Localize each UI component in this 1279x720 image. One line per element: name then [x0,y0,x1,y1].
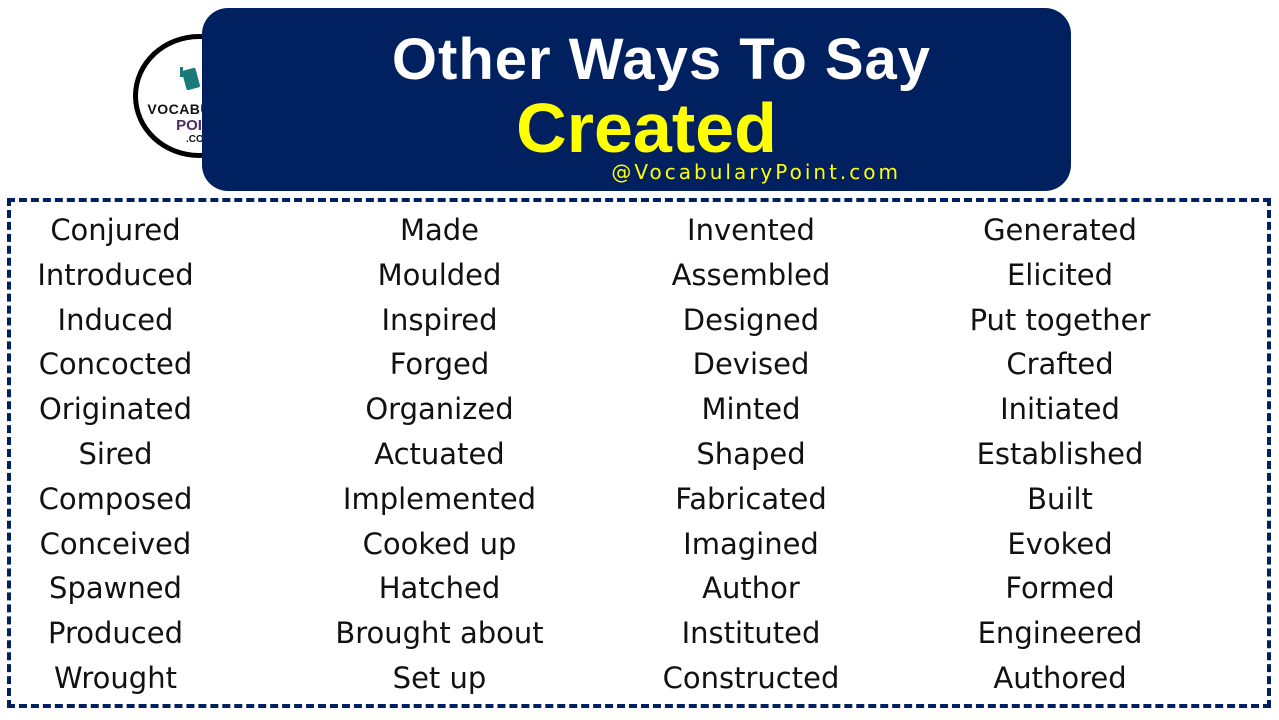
synonym-column: Generated Elicited Put together Crafted Init… [853,202,1267,704]
synonym-word: Invented [687,213,815,247]
synonym-word: Initiated [1000,392,1120,427]
synonym-word: Author [702,571,800,606]
synonym-word: Generated [983,213,1137,247]
synonym-word: Crafted [1006,347,1114,382]
synonym-grid: Conjured Introduced Induced Concocted Origin… [11,202,1267,704]
page-keyword: Created [516,89,777,167]
synonym-word: Assembled [671,257,831,292]
synonym-word: Made [399,213,480,247]
synonym-word: Inspired [381,302,498,337]
synonym-word: Minted [701,392,801,427]
synonym-word: Induced [57,302,174,337]
synonym-word: Cooked up [362,526,517,561]
synonym-word: Engineered [977,616,1143,651]
title-banner: Other Ways To Say Created @VocabularyPoi… [202,8,1071,191]
synonym-word: Designed [682,302,820,337]
synonym-word: Imagined [683,526,819,561]
synonym-word: Implemented [342,481,537,516]
synonym-word: Established [976,436,1144,471]
synonym-word: Sired [78,436,153,471]
synonym-word: Composed [38,481,193,516]
synonym-word: Fabricated [675,481,827,516]
synonym-word: Shaped [696,436,806,471]
synonym-word: Originated [38,392,193,427]
synonym-word: Conceived [39,526,192,561]
synonym-word: Put together [969,302,1151,337]
synonym-word: Authored [993,660,1127,695]
synonym-word: Hatched [378,571,501,606]
synonym-list-box: Conjured Introduced Induced Concocted Origin… [7,198,1271,708]
synonym-word: Set up [392,660,487,695]
synonym-word: Instituted [681,616,821,651]
synonym-word: Produced [48,616,183,651]
synonym-word: Spawned [49,571,182,606]
synonym-word: Moulded [377,257,502,292]
synonym-word: Introduced [37,257,194,292]
synonym-word: Conjured [50,213,181,247]
page-title: Other Ways To Say [391,27,932,92]
site-handle: @VocabularyPoint.com [611,160,901,184]
synonym-word: Brought about [335,616,544,651]
synonym-word: Built [1027,481,1093,516]
synonym-word: Actuated [374,436,505,471]
synonym-word: Formed [1005,571,1115,606]
synonym-word: Evoked [1007,526,1113,561]
synonym-word: Constructed [662,660,840,695]
synonym-word: Concocted [38,347,193,382]
synonym-word: Organized [365,392,514,427]
synonym-word: Forged [389,347,490,382]
synonym-word: Devised [692,347,810,382]
synonym-word: Elicited [1006,257,1114,292]
synonym-word: Wrought [54,660,177,695]
